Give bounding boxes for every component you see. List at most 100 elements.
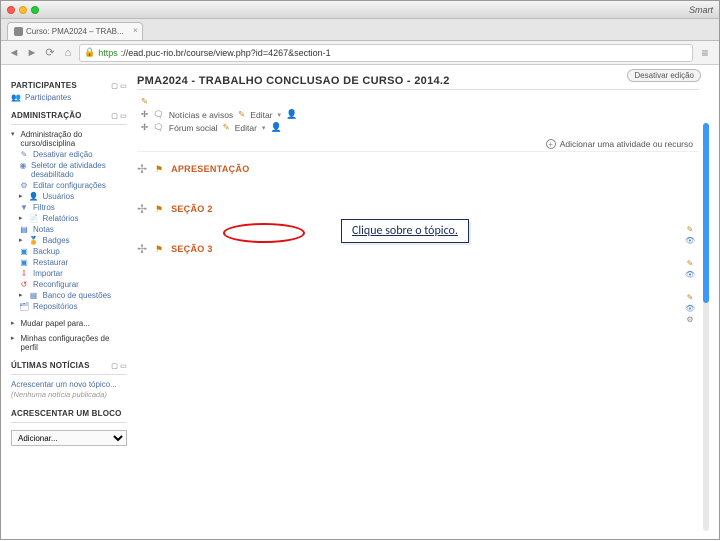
block-actions[interactable]: ▢ ▭ — [111, 82, 127, 90]
forum-news[interactable]: ✢ 🗨 Notícias e avisos ✎ Editar▾ 👤 — [141, 109, 699, 120]
block-actions[interactable]: ▢ ▭ — [111, 362, 127, 370]
add-news-topic[interactable]: Acrescentar um novo tópico... — [11, 379, 127, 390]
admin-item[interactable]: ▸🏅Badges — [19, 235, 127, 246]
browser-tab[interactable]: Curso: PMA2024 – TRAB... × — [7, 22, 143, 40]
course-section-2[interactable]: ✢ ⚑ SEÇÃO 2 — [137, 202, 699, 216]
course-section-1[interactable]: ✢ ⚑ APRESENTAÇÃO — [137, 162, 699, 176]
block-actions[interactable]: ▢ ▭ — [111, 112, 127, 120]
gear-icon[interactable]: ⚙ — [686, 315, 693, 324]
eye-icon[interactable]: 👁 — [685, 236, 695, 245]
admin-item[interactable]: ▸📄Relatórios — [19, 213, 127, 224]
section-label[interactable]: SEÇÃO 3 — [171, 244, 213, 254]
admin-item[interactable]: ▼Filtros — [19, 202, 127, 213]
course-title: PMA2024 - TRABALHO CONCLUSAO DE CURSO - … — [137, 75, 699, 87]
question-bank-icon: ▦ — [29, 291, 39, 300]
admin-item[interactable]: ▤Notas — [19, 224, 127, 235]
scrollbar[interactable] — [703, 123, 709, 531]
pencil-icon[interactable]: ✎ — [687, 293, 694, 302]
course-main: Desativar edição PMA2024 - TRABALHO CONC… — [133, 65, 719, 541]
topic-flag-icon: ⚑ — [155, 244, 163, 255]
back-button[interactable]: ◄ — [7, 46, 21, 60]
restore-icon: ▣ — [19, 258, 29, 267]
chevron-right-icon: ▸ — [19, 291, 23, 299]
edit-label[interactable]: Editar — [250, 110, 272, 120]
grades-icon: ▤ — [19, 225, 29, 234]
reset-icon: ↺ — [19, 280, 29, 289]
admin-item[interactable]: ◉Seletor de atividades desabilitado — [19, 160, 127, 180]
move-icon[interactable]: ✢ — [137, 242, 147, 256]
reload-button[interactable]: ⟳ — [43, 46, 57, 60]
admin-item[interactable]: ▸👤Usuários — [19, 191, 127, 202]
minimize-window-button[interactable] — [19, 6, 27, 14]
address-bar[interactable]: 🔒 https ://ead.puc-rio.br/course/view.ph… — [79, 44, 693, 62]
admin-item[interactable]: 🗂Repositórios — [19, 301, 127, 312]
my-profile-settings[interactable]: ▸ Minhas configurações de perfil — [11, 333, 127, 353]
move-icon[interactable]: ✢ — [141, 122, 148, 133]
page-body: PARTICIPANTES ▢ ▭ 👥 Participantes ADMINI… — [1, 65, 719, 541]
edit-label[interactable]: Editar — [235, 123, 257, 133]
backup-icon: ▣ — [19, 247, 29, 256]
forum-social[interactable]: ✢ 🗨 Fórum social ✎ Editar▾ 👤 — [141, 122, 699, 133]
window-controls — [7, 6, 39, 14]
block-admin-title: ADMINISTRAÇÃO ▢ ▭ — [11, 111, 127, 120]
chevron-right-icon: ▸ — [11, 334, 15, 342]
add-block-select[interactable]: Adicionar... — [11, 430, 127, 446]
person-icon[interactable]: 👤 — [286, 109, 297, 120]
repo-icon: 🗂 — [19, 302, 29, 311]
import-icon: ⇩ — [19, 269, 29, 278]
zoom-window-button[interactable] — [31, 6, 39, 14]
chevron-right-icon: ▸ — [11, 319, 15, 327]
pencil-icon[interactable]: ✎ — [223, 122, 230, 133]
admin-item[interactable]: ✎Desativar edição — [19, 149, 127, 160]
browser-tabstrip: Curso: PMA2024 – TRAB... × — [1, 19, 719, 41]
block-addblock-title: ACRESCENTAR UM BLOCO — [11, 409, 127, 418]
switch-role[interactable]: ▸ Mudar papel para... — [11, 318, 127, 329]
report-icon: 📄 — [29, 214, 39, 223]
people-icon: 👥 — [11, 93, 21, 102]
sidebar-item-participants[interactable]: 👥 Participantes — [11, 92, 127, 103]
eye-icon[interactable]: 👁 — [685, 270, 695, 279]
home-button[interactable]: ⌂ — [61, 46, 75, 60]
admin-item[interactable]: ⚙Editar configurações — [19, 180, 127, 191]
users-icon: 👤 — [29, 192, 39, 201]
tab-favicon — [14, 27, 23, 36]
news-empty: (Nenhuma notícia publicada) — [11, 390, 127, 399]
admin-item[interactable]: ▸▦Banco de questões — [19, 290, 127, 301]
browser-menu-icon[interactable]: ≡ — [697, 46, 713, 60]
admin-item[interactable]: ↺Reconfigurar — [19, 279, 127, 290]
course-section-3[interactable]: ✢ ⚑ SEÇÃO 3 — [137, 242, 699, 256]
move-icon[interactable]: ✢ — [137, 162, 147, 176]
scroll-thumb[interactable] — [703, 123, 709, 303]
eye-icon[interactable]: 👁 — [685, 304, 695, 313]
badge-icon: 🏅 — [29, 236, 39, 245]
forward-button[interactable]: ► — [25, 46, 39, 60]
admin-item[interactable]: ▣Restaurar — [19, 257, 127, 268]
chevron-right-icon: ▸ — [19, 192, 23, 200]
toggle-editing-button[interactable]: Desativar edição — [627, 69, 701, 82]
pencil-icon[interactable]: ✎ — [141, 96, 148, 107]
move-icon[interactable]: ✢ — [137, 202, 147, 216]
person-icon[interactable]: 👤 — [270, 122, 281, 133]
admin-item[interactable]: ▣Backup — [19, 246, 127, 257]
close-tab-icon[interactable]: × — [133, 26, 138, 35]
chevron-down-icon[interactable]: ▾ — [262, 124, 266, 132]
pencil-icon[interactable]: ✎ — [238, 109, 245, 120]
tab-title: Curso: PMA2024 – TRAB... — [26, 27, 124, 36]
chevron-down-icon[interactable]: ▾ — [278, 111, 282, 119]
close-window-button[interactable] — [7, 6, 15, 14]
plus-circle-icon: + — [546, 139, 556, 149]
admin-root[interactable]: ▾ Administração do curso/disciplina — [11, 129, 127, 149]
move-icon[interactable]: ✢ — [141, 109, 148, 120]
forum-icon: 🗨 — [153, 109, 164, 120]
pencil-icon[interactable]: ✎ — [687, 259, 694, 268]
admin-item[interactable]: ⇩Importar — [19, 268, 127, 279]
edit-icon: ✎ — [19, 150, 29, 159]
pencil-icon[interactable]: ✎ — [687, 225, 694, 234]
browser-toolbar: ◄ ► ⟳ ⌂ 🔒 https ://ead.puc-rio.br/course… — [1, 41, 719, 65]
block-participants-title: PARTICIPANTES ▢ ▭ — [11, 81, 127, 90]
gear-icon: ⚙ — [19, 181, 29, 190]
add-activity-link[interactable]: + Adicionar uma atividade ou recurso — [137, 139, 699, 149]
section-label[interactable]: SEÇÃO 2 — [171, 204, 213, 214]
section-edit-row: ✎ — [141, 96, 699, 107]
section-label[interactable]: APRESENTAÇÃO — [171, 164, 249, 174]
